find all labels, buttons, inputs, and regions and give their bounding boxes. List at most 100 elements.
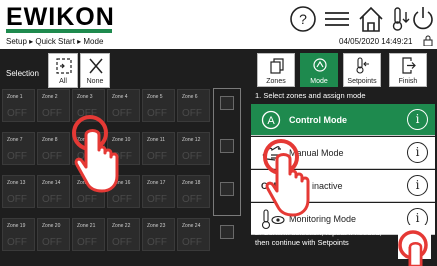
tab-setpoints[interactable]: Setpoints <box>343 53 381 87</box>
zone-inactive-option[interactable]: OFF Zone inactive i <box>251 170 435 202</box>
zone-state: OFF <box>182 194 202 205</box>
zone-name: Zone 5 <box>147 94 163 100</box>
breadcrumb: Setup ▸ Quick Start ▸ Mode <box>6 37 104 46</box>
zone-cell[interactable]: Zone 21 OFF <box>72 218 105 251</box>
manual-mode-option[interactable]: Manual Mode i <box>251 137 435 169</box>
row-select-button[interactable] <box>220 225 234 239</box>
zone-cell[interactable]: Zone 11 OFF <box>142 132 175 165</box>
zone-name: Zone 22 <box>112 223 131 229</box>
zone-name: Zone 10 <box>112 137 131 143</box>
tab-finish[interactable]: Finish <box>389 53 427 87</box>
zone-cell[interactable]: Zone 2 OFF <box>37 89 70 122</box>
help-icon[interactable]: ? <box>288 4 318 34</box>
zone-cell[interactable]: Zone 5 OFF <box>142 89 175 122</box>
tab-mode[interactable]: Mode <box>300 53 338 87</box>
zone-state: OFF <box>182 237 202 248</box>
select-all-button[interactable]: All <box>48 53 78 88</box>
zone-state: OFF <box>147 151 167 162</box>
zone-cell[interactable]: Zone 12 OFF <box>177 132 210 165</box>
zone-inactive-label: Zone inactive <box>289 181 343 191</box>
zone-state: OFF <box>112 237 132 248</box>
zone-state: OFF <box>42 194 62 205</box>
zones-icon <box>270 58 284 74</box>
header: EWIKON Setup ▸ Quick Start ▸ Mode ? 04/0… <box>0 0 437 48</box>
home-icon[interactable] <box>356 4 386 34</box>
tab-finish-label: Finish <box>398 78 418 85</box>
zone-cell[interactable]: Zone 23 OFF <box>142 218 175 251</box>
zone-state: OFF <box>147 108 167 119</box>
mode-panel: Zones Mode Setpoints Finish 1. Select zo… <box>249 49 437 266</box>
select-all-icon <box>56 58 72 74</box>
logo-underline <box>6 29 112 33</box>
zone-cell[interactable]: Zone 10 OFF <box>107 132 140 165</box>
zone-state: OFF <box>182 108 202 119</box>
confirm-button[interactable] <box>398 225 431 259</box>
zone-cell[interactable]: Zone 7 OFF <box>2 132 35 165</box>
zone-cell[interactable]: Zone 16 OFF <box>107 175 140 208</box>
zone-cell[interactable]: Zone 3 OFF <box>72 89 105 122</box>
zone-cell[interactable]: Zone 8 OFF <box>37 132 70 165</box>
zone-cell[interactable]: Zone 17 OFF <box>142 175 175 208</box>
zone-name: Zone 20 <box>42 223 61 229</box>
control-mode-icon: A <box>261 110 281 130</box>
zone-name: Zone 9 <box>77 137 93 143</box>
zone-state: OFF <box>42 151 62 162</box>
row-select-button[interactable] <box>220 139 234 153</box>
zone-cell[interactable]: Zone 19 OFF <box>2 218 35 251</box>
hand-icon <box>262 146 281 161</box>
menu-icon[interactable] <box>322 4 352 34</box>
zone-panel: Selection All None Zone 1 OFF Zone 2 OFF Zon… <box>0 49 249 266</box>
setpoints-icon <box>356 57 369 74</box>
control-mode-label: Control Mode <box>289 115 347 125</box>
zone-state: OFF <box>112 194 132 205</box>
mode-icon <box>313 58 327 72</box>
tab-mode-label: Mode <box>310 78 328 85</box>
zone-cell[interactable]: Zone 18 OFF <box>177 175 210 208</box>
zone-name: Zone 15 <box>77 180 96 186</box>
svg-text:?: ? <box>299 11 307 27</box>
row-select-button[interactable] <box>220 96 234 110</box>
exit-icon <box>402 57 416 74</box>
close-icon <box>89 58 103 74</box>
select-all-label: All <box>59 78 67 85</box>
zone-cell[interactable]: Zone 9 OFF <box>72 132 105 165</box>
zone-inactive-prefix: OFF <box>261 181 279 191</box>
zone-cell[interactable]: Zone 22 OFF <box>107 218 140 251</box>
info-icon[interactable]: i <box>407 109 428 130</box>
zone-cell[interactable]: Zone 20 OFF <box>37 218 70 251</box>
zone-name: Zone 17 <box>147 180 166 186</box>
info-icon[interactable]: i <box>407 175 428 196</box>
svg-text:A: A <box>267 115 275 127</box>
power-icon[interactable] <box>410 4 436 34</box>
select-none-label: None <box>86 78 104 85</box>
zone-name: Zone 19 <box>7 223 26 229</box>
tab-setpoints-label: Setpoints <box>347 78 377 85</box>
zone-state: OFF <box>77 237 97 248</box>
zone-name: Zone 13 <box>7 180 26 186</box>
select-none-button[interactable]: None <box>80 53 110 88</box>
selection-label: Selection <box>6 69 39 78</box>
monitoring-mode-label: Monitoring Mode <box>289 214 357 224</box>
zone-cell[interactable]: Zone 24 OFF <box>177 218 210 251</box>
zone-cell[interactable]: Zone 14 OFF <box>37 175 70 208</box>
zone-cell[interactable]: Zone 6 OFF <box>177 89 210 122</box>
zone-cell[interactable]: Zone 1 OFF <box>2 89 35 122</box>
zone-cell[interactable]: Zone 4 OFF <box>107 89 140 122</box>
zone-state: OFF <box>7 237 27 248</box>
zone-state: OFF <box>42 237 62 248</box>
zone-state: OFF <box>7 108 27 119</box>
zone-name: Zone 8 <box>42 137 58 143</box>
zone-name: Zone 24 <box>182 223 201 229</box>
zone-cell[interactable]: Zone 13 OFF <box>2 175 35 208</box>
info-icon[interactable]: i <box>407 142 428 163</box>
zone-state: OFF <box>42 108 62 119</box>
lock-icon[interactable] <box>423 35 433 46</box>
zone-state: OFF <box>147 194 167 205</box>
step-2-instruction: 2. Confirm selection, repeat if needed, … <box>255 228 382 247</box>
tab-zones[interactable]: Zones <box>257 53 295 87</box>
control-mode-option[interactable]: A Control Mode i <box>251 104 435 136</box>
row-select-button[interactable] <box>220 182 234 196</box>
zone-cell[interactable]: Zone 15 OFF <box>72 175 105 208</box>
manual-mode-label: Manual Mode <box>289 148 344 158</box>
tab-zones-label: Zones <box>266 78 286 85</box>
